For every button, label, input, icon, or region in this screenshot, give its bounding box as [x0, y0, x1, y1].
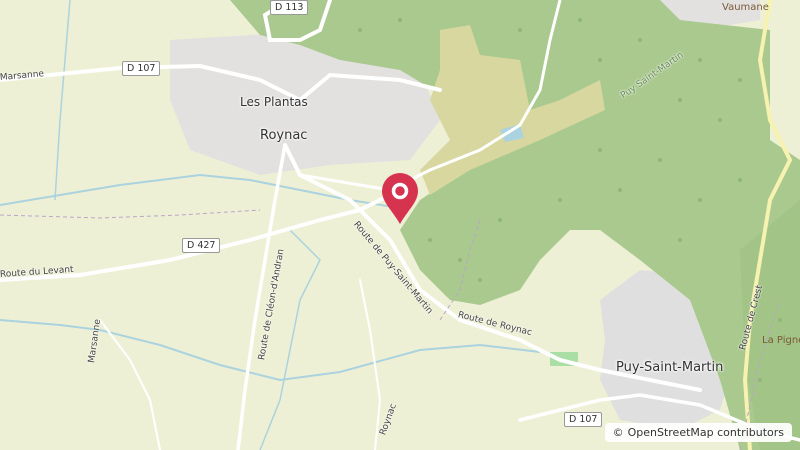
road-shield-d113: D 113 — [270, 0, 309, 15]
map-pin-icon[interactable] — [380, 172, 420, 226]
place-label-vaumane: Vaumane — [722, 2, 769, 13]
road-shield-d107: D 107 — [122, 61, 161, 76]
road-shield-d427: D 427 — [182, 238, 221, 253]
map-view[interactable]: Les Plantas Roynac Puy-Saint-Martin Vaum… — [0, 0, 800, 450]
place-label-la-pigne: La Pigne — [762, 335, 800, 346]
copyright-symbol: © — [612, 426, 624, 439]
place-label-les-plantas: Les Plantas — [240, 95, 308, 109]
place-label-puy-saint-martin: Puy-Saint-Martin — [616, 360, 724, 375]
road-shield-d107-south: D 107 — [564, 412, 603, 427]
place-label-roynac: Roynac — [260, 128, 308, 143]
attribution-text[interactable]: OpenStreetMap contributors — [628, 426, 784, 439]
map-attribution[interactable]: © OpenStreetMap contributors — [604, 423, 792, 442]
